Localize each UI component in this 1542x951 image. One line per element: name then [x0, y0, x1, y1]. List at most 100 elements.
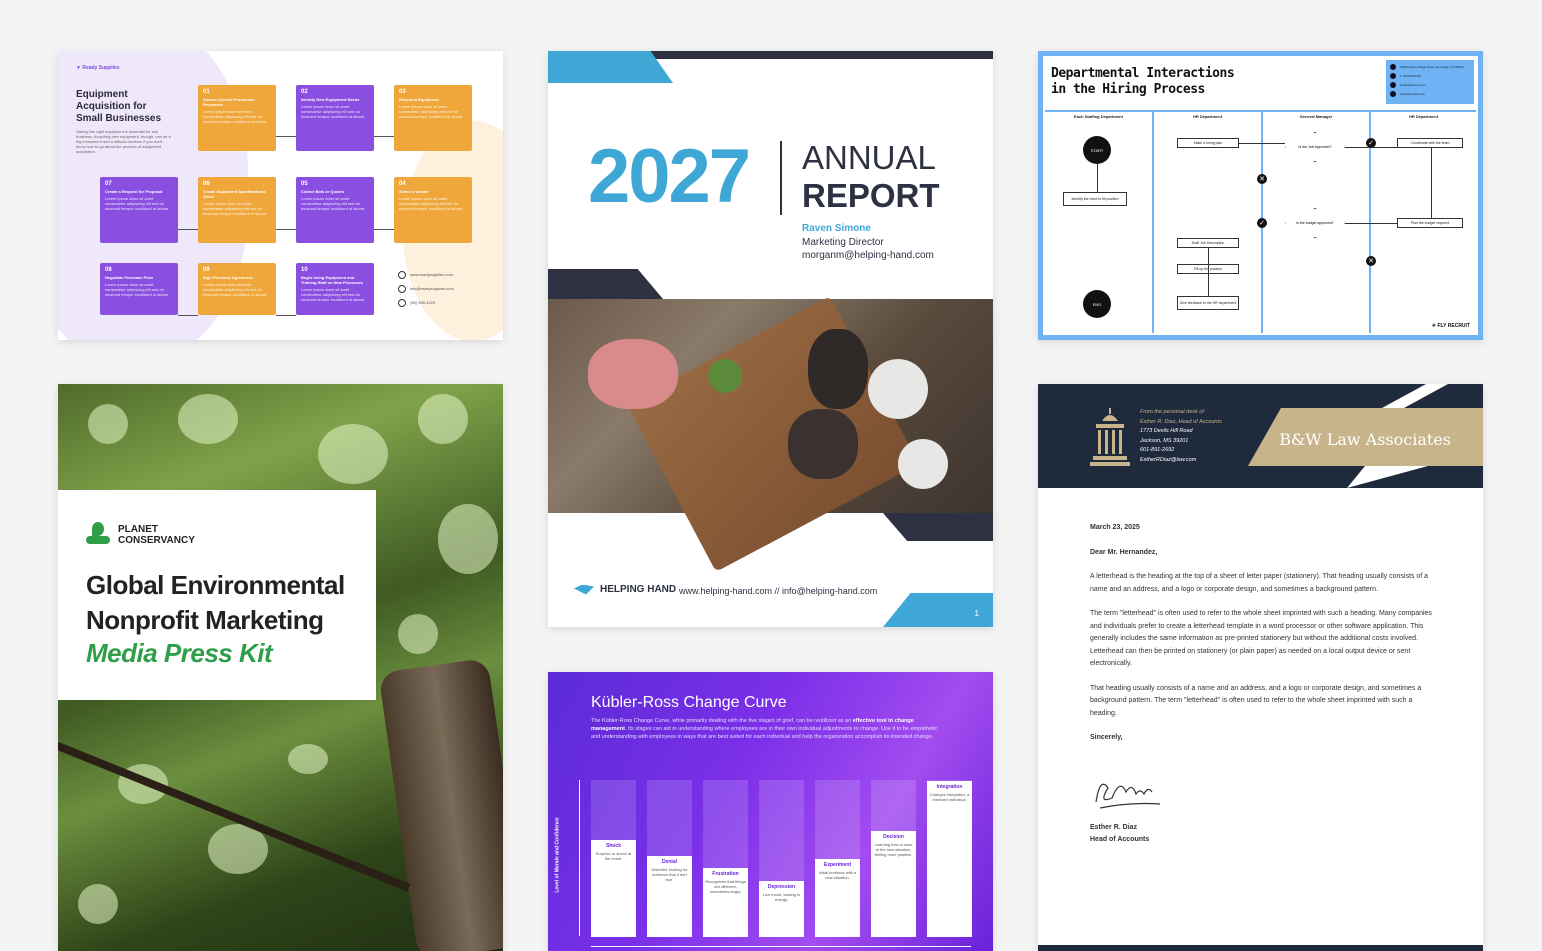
card-description: Having the right equipment is essential …	[76, 129, 171, 154]
step-number: 10	[301, 267, 308, 273]
stage-bar: Integration Changes integrated, a renewed…	[927, 781, 972, 937]
stage-column: Frustration Recognizes that things are di…	[703, 780, 748, 937]
stage-name: Integration	[936, 784, 963, 790]
footer-bar	[1038, 945, 1483, 951]
template-card-hiring-process[interactable]: Departmental Interactions in the Hiring P…	[1038, 51, 1483, 340]
swimlanes: Each Staffing Department HR Department G…	[1045, 110, 1476, 333]
stage-column: Experiment Initial embrace with a new sit…	[815, 780, 860, 937]
flow-step: 05 Collect Bids or Quotes Lorem ipsum dolo…	[296, 177, 374, 243]
flow-step: 01 Assess Current Production Processes Lor…	[198, 85, 276, 151]
flow-arrow	[276, 229, 296, 230]
globe-icon	[398, 271, 406, 279]
step-number: 01	[203, 89, 210, 95]
step-number: 03	[399, 89, 406, 95]
connector	[1208, 248, 1209, 296]
author-role: Marketing Director	[802, 237, 884, 248]
cross-icon: ✕	[1257, 174, 1267, 184]
template-card-media-press-kit[interactable]: PLANET CONSERVANCY Global Environmental No…	[58, 384, 503, 951]
tree-trunk	[378, 657, 503, 951]
flow-step: 07 Create a Request for Proposal Lorem ips…	[100, 177, 178, 243]
sender-address: From the personal desk of Esther R. Diaz…	[1140, 409, 1222, 463]
stage-name: Shock	[605, 843, 621, 849]
report-year: 2027	[588, 134, 751, 219]
flow-arrow	[276, 315, 296, 316]
signature-image	[1095, 783, 1161, 809]
org-logo: PLANET CONSERVANCY	[86, 522, 195, 548]
letter-body: March 23, 2025 Dear Mr. Hernandez, A let…	[1090, 522, 1435, 757]
template-card-equipment-acquisition[interactable]: ▼ Ready Supplies Equipment Acquisition f…	[58, 51, 503, 340]
flow-arrow	[276, 136, 296, 137]
org-name-line: PLANET	[118, 524, 158, 535]
photo-person	[788, 409, 858, 479]
contact-phone: 1 702-555-0187	[1390, 73, 1470, 79]
template-card-annual-report[interactable]: 2027 ANNUAL REPORT Raven Simone Marketin…	[548, 51, 993, 627]
phone-icon	[398, 299, 406, 307]
step-label: Sign Purchase Agreement	[203, 275, 253, 280]
connector	[1097, 164, 1098, 192]
flow-arrow	[178, 229, 198, 230]
stage-bar: Experiment Initial embrace with a new sit…	[815, 859, 860, 937]
flow-step: 09 Sign Purchase Agreement Lorem ipsum dol…	[198, 263, 276, 315]
end-node: END	[1083, 290, 1111, 318]
photo-chair	[898, 439, 948, 489]
stage-column: Decision Learning how to work in the new …	[871, 780, 916, 937]
template-card-change-curve[interactable]: Kübler-Ross Change Curve The Kübler-Ross…	[548, 672, 993, 951]
flow-step: 04 Select a Vendor Lorem ipsum dolor sit a…	[394, 177, 472, 243]
step-label: Negotiate Purchase Price	[105, 275, 154, 280]
flow-step: 02 Identify New Equipment Needs Lorem ipsu…	[296, 85, 374, 151]
step-label: Identify New Equipment Needs	[301, 97, 360, 102]
author-email: morganm@helping-hand.com	[802, 250, 934, 261]
y-axis	[579, 780, 580, 936]
decorative-shape	[883, 513, 993, 541]
flow-box: Identify the need to fill position	[1063, 192, 1127, 206]
stage-name: Depression	[767, 884, 796, 890]
contact-web: www.flyrecruit.com	[1390, 91, 1470, 97]
stage-bar: Shock Surprise or shock at the event.	[591, 840, 636, 937]
flow-box: Coordinate with the team	[1397, 138, 1463, 148]
start-node: START	[1083, 136, 1111, 164]
flow-step: 03 Research Equipment Lorem ipsum dolor si…	[394, 85, 472, 151]
title-panel: PLANET CONSERVANCY Global Environmental No…	[58, 490, 376, 700]
step-label: Begin Using Equipment and Training Staff…	[301, 275, 364, 285]
step-text: Lorem ipsum dolor sit amet consectetur a…	[105, 196, 170, 211]
mail-icon	[1390, 82, 1396, 88]
y-axis-label: Level of Morale and Confidence	[554, 817, 561, 893]
firm-name: B&W Law Associates	[1279, 430, 1451, 449]
brand-name: ▼ Ready Supplies	[76, 65, 120, 71]
step-text: Lorem ipsum dolor sit amet consectetur a…	[203, 201, 268, 216]
flow-step: 06 Create Equipment Specifications Sheet L…	[198, 177, 276, 243]
courthouse-icon	[1090, 408, 1130, 466]
brand-name: ✈ FLY RECRUIT	[1431, 323, 1470, 329]
stage-name: Experiment	[823, 862, 852, 868]
contact-web: www.readysupplies.com	[398, 271, 453, 279]
flow-box: Plan the budget required	[1397, 218, 1463, 228]
stage-text: Changes integrated, a renewed individual…	[929, 792, 970, 802]
step-label: Select a Vendor	[399, 189, 429, 194]
card-title: Kübler-Ross Change Curve	[591, 694, 787, 711]
photo-chair	[868, 359, 928, 419]
template-card-letterhead[interactable]: B&W Law Associates From the personal des…	[1038, 384, 1483, 951]
author-name: Raven Simone	[802, 223, 871, 234]
card-title: Departmental Interactions in the Hiring P…	[1051, 66, 1235, 97]
connector	[1345, 223, 1397, 224]
report-title-report: REPORT	[802, 177, 940, 214]
check-icon: ✓	[1257, 218, 1267, 228]
flow-box: Give feedback to the HR department	[1177, 296, 1239, 310]
stage-text: Initial embrace with a new situation.	[818, 870, 857, 880]
flow-step: 10 Begin Using Equipment and Training Sta…	[296, 263, 374, 315]
leaf-hand-icon	[86, 522, 110, 548]
hand-icon	[574, 584, 594, 595]
card-description: The Kübler-Ross Change Curve, while prim…	[591, 718, 938, 740]
step-text: Lorem ipsum dolor sit amet consectetur a…	[203, 109, 268, 124]
stage-name: Denial	[661, 859, 677, 865]
stage-column: Denial Disbelief, looking for evidence th…	[647, 780, 692, 937]
step-text: Lorem ipsum dolor sit amet consectetur a…	[301, 196, 366, 211]
flow-arrow	[374, 229, 394, 230]
letter-paragraph: A letterhead is the heading at the top o…	[1090, 573, 1429, 593]
report-title-annual: ANNUAL	[802, 139, 936, 176]
contact-phone: (55) 555-4220	[398, 299, 435, 307]
stage-bar: Decision Learning how to work in the new …	[871, 831, 916, 937]
step-text: Lorem ipsum dolor sit amet consectetur a…	[399, 104, 464, 119]
card-title: Global Environmental Nonprofit Marketing	[86, 570, 345, 635]
contact-email: info@flyrecruit.com	[1390, 82, 1470, 88]
